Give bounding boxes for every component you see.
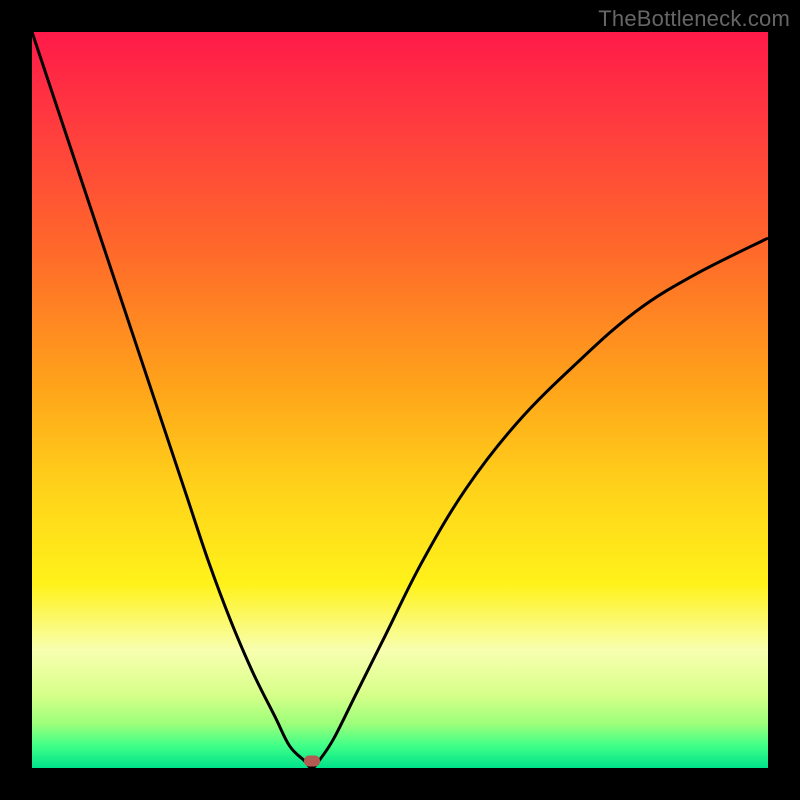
watermark-text: TheBottleneck.com — [598, 6, 790, 32]
bottleneck-curve — [32, 32, 768, 768]
optimum-marker — [304, 755, 320, 766]
plot-area — [32, 32, 768, 768]
chart-frame: TheBottleneck.com — [0, 0, 800, 800]
curve-path — [32, 32, 768, 768]
